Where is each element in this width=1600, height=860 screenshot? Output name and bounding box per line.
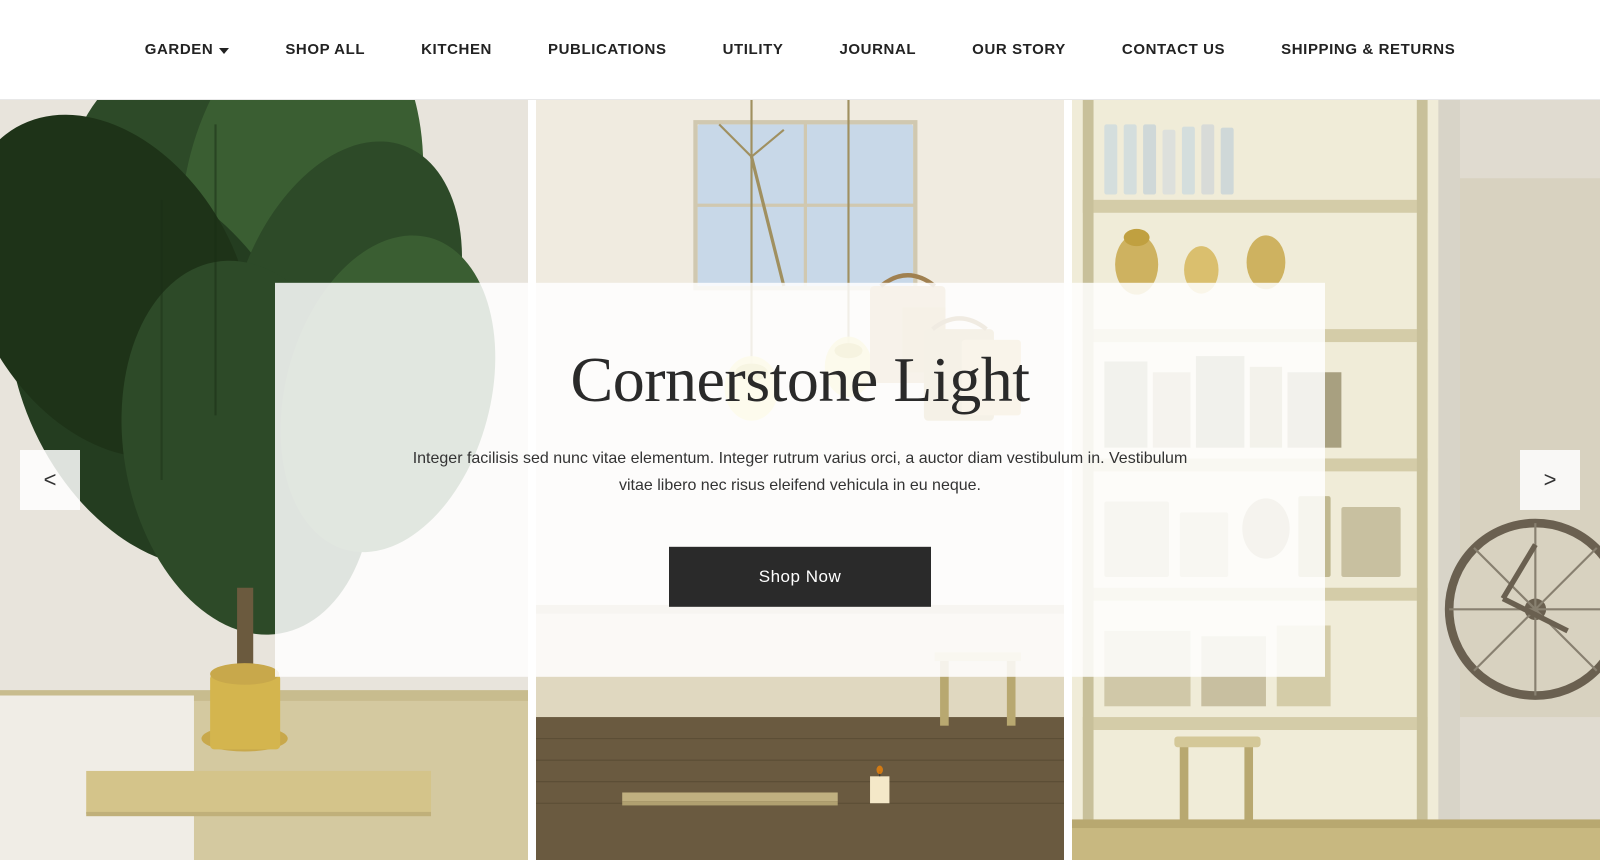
nav-label-garden: GARDEN [145,41,214,58]
nav-link-shipping-returns[interactable]: SHIPPING & RETURNS [1253,41,1483,58]
nav-link-contact-us[interactable]: CONTACT US [1094,41,1253,58]
nav-item-publications[interactable]: PUBLICATIONS [520,41,695,58]
chevron-left-icon: < [44,467,57,493]
nav-item-our-story[interactable]: OUR STORY [944,41,1094,58]
chevron-down-icon [219,48,229,54]
hero-overlay-card: Cornerstone Light Integer facilisis sed … [275,283,1325,677]
nav-label-shipping-returns: SHIPPING & RETURNS [1281,41,1455,58]
nav-label-contact-us: CONTACT US [1122,41,1225,58]
nav-item-shop-all[interactable]: SHOP ALL [257,41,393,58]
nav-link-our-story[interactable]: OUR STORY [944,41,1094,58]
chevron-right-icon: > [1544,467,1557,493]
nav-link-shop-all[interactable]: SHOP ALL [257,41,393,58]
nav-item-contact-us[interactable]: CONTACT US [1094,41,1253,58]
nav-label-utility: UTILITY [723,41,784,58]
nav-item-garden[interactable]: GARDEN [117,41,258,58]
shop-now-button[interactable]: Shop Now [669,547,932,607]
hero-section: Cornerstone Light Integer facilisis sed … [0,100,1600,860]
nav-list: GARDEN SHOP ALL KITCHEN PUBLICATIONS UTI… [117,41,1484,58]
nav-item-utility[interactable]: UTILITY [695,41,812,58]
nav-link-journal[interactable]: JOURNAL [811,41,944,58]
nav-label-publications: PUBLICATIONS [548,41,667,58]
carousel-prev-button[interactable]: < [20,450,80,510]
nav-item-kitchen[interactable]: KITCHEN [393,41,520,58]
nav-link-garden[interactable]: GARDEN [117,41,258,58]
nav-label-journal: JOURNAL [839,41,916,58]
nav-link-utility[interactable]: UTILITY [695,41,812,58]
nav-item-journal[interactable]: JOURNAL [811,41,944,58]
nav-link-publications[interactable]: PUBLICATIONS [520,41,695,58]
carousel-next-button[interactable]: > [1520,450,1580,510]
nav-label-shop-all: SHOP ALL [285,41,365,58]
nav-item-shipping-returns[interactable]: SHIPPING & RETURNS [1253,41,1483,58]
nav-link-kitchen[interactable]: KITCHEN [393,41,520,58]
hero-title: Cornerstone Light [355,343,1245,417]
hero-description: Integer facilisis sed nunc vitae element… [410,445,1190,499]
nav-label-our-story: OUR STORY [972,41,1066,58]
nav-label-kitchen: KITCHEN [421,41,492,58]
main-nav: GARDEN SHOP ALL KITCHEN PUBLICATIONS UTI… [0,0,1600,100]
